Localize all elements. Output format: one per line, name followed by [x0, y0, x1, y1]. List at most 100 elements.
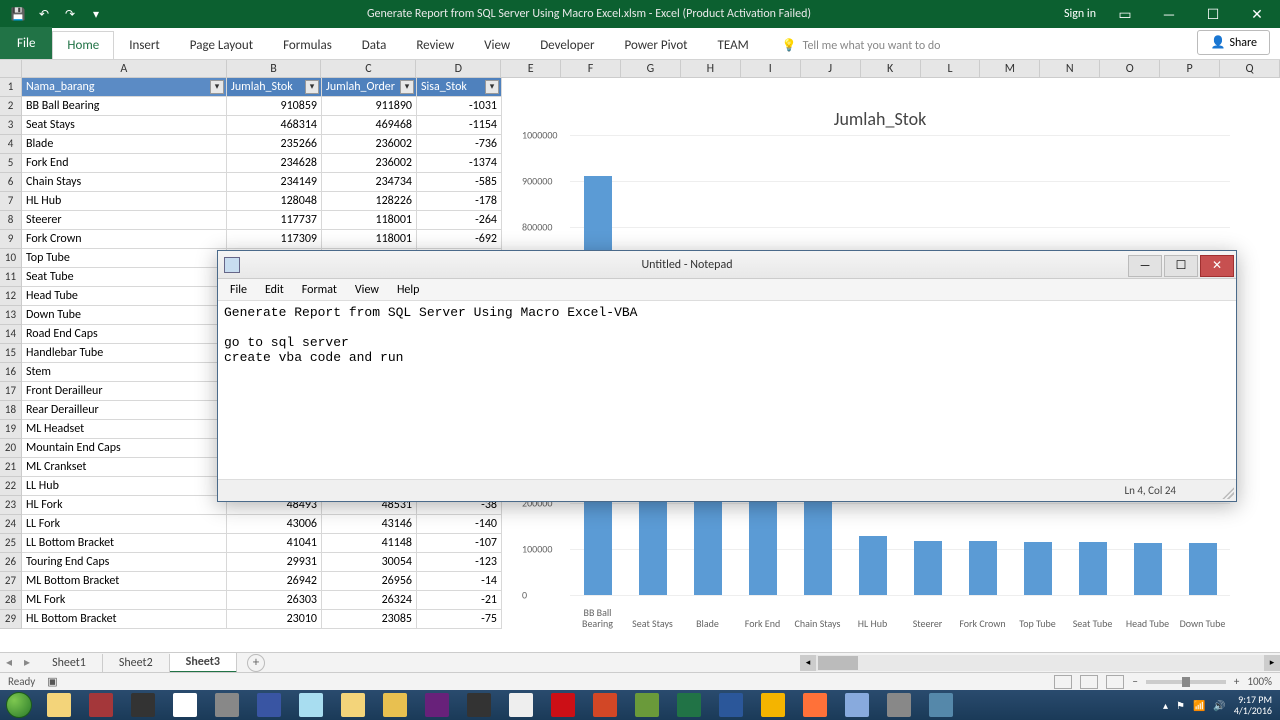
cell[interactable]: HL Bottom Bracket: [22, 610, 227, 629]
chart-bar[interactable]: [749, 487, 777, 595]
tab-developer[interactable]: Developer: [525, 31, 609, 59]
col-header-G[interactable]: G: [621, 60, 681, 77]
row-header-19[interactable]: 19: [0, 420, 22, 439]
cell[interactable]: -1154: [417, 116, 502, 135]
tool-icon[interactable]: [206, 690, 248, 720]
col-header-A[interactable]: A: [22, 60, 227, 77]
col-header-H[interactable]: H: [681, 60, 741, 77]
cell[interactable]: 43146: [322, 515, 417, 534]
cell[interactable]: 469468: [322, 116, 417, 135]
row-header-22[interactable]: 22: [0, 477, 22, 496]
cell[interactable]: Chain Stays: [22, 173, 227, 192]
table-header-jumlah_stok[interactable]: Jumlah_Stok▾: [227, 78, 322, 97]
row-header-14[interactable]: 14: [0, 325, 22, 344]
col-header-P[interactable]: P: [1160, 60, 1220, 77]
view-pagebreak-icon[interactable]: [1106, 675, 1124, 689]
explorer-icon[interactable]: [332, 690, 374, 720]
chart-bar[interactable]: [969, 541, 997, 595]
tab-file[interactable]: File: [0, 27, 52, 59]
cell[interactable]: -736: [417, 135, 502, 154]
cell[interactable]: Front Derailleur: [22, 382, 227, 401]
cell[interactable]: 43006: [227, 515, 322, 534]
chart-bar[interactable]: [804, 487, 832, 595]
col-header-F[interactable]: F: [561, 60, 621, 77]
cell[interactable]: 128226: [322, 192, 417, 211]
app2-icon[interactable]: [626, 690, 668, 720]
opera-icon[interactable]: [542, 690, 584, 720]
chart-bar[interactable]: [859, 536, 887, 595]
redo-icon[interactable]: ↷: [60, 4, 80, 24]
chart-bar[interactable]: [1024, 542, 1052, 595]
app-icon[interactable]: [500, 690, 542, 720]
cell[interactable]: Handlebar Tube: [22, 344, 227, 363]
undo-icon[interactable]: ↶: [34, 4, 54, 24]
row-header-2[interactable]: 2: [0, 97, 22, 116]
col-header-D[interactable]: D: [416, 60, 501, 77]
row-header-10[interactable]: 10: [0, 249, 22, 268]
paint-icon[interactable]: [374, 690, 416, 720]
cell[interactable]: 41148: [322, 534, 417, 553]
row-header-20[interactable]: 20: [0, 439, 22, 458]
cell[interactable]: -1031: [417, 97, 502, 116]
cell[interactable]: 29931: [227, 553, 322, 572]
col-header-N[interactable]: N: [1040, 60, 1100, 77]
cell[interactable]: Road End Caps: [22, 325, 227, 344]
notepad-text-area[interactable]: Generate Report from SQL Server Using Ma…: [218, 301, 1236, 479]
notepad-titlebar[interactable]: Untitled - Notepad — ☐ ✕: [218, 251, 1236, 279]
row-header-9[interactable]: 9: [0, 230, 22, 249]
row-header-28[interactable]: 28: [0, 591, 22, 610]
cell[interactable]: Fork Crown: [22, 230, 227, 249]
tab-data[interactable]: Data: [347, 31, 402, 59]
cell[interactable]: Blade: [22, 135, 227, 154]
add-sheet-button[interactable]: +: [247, 654, 265, 672]
cell[interactable]: BB Ball Bearing: [22, 97, 227, 116]
file-explorer-icon[interactable]: [38, 690, 80, 720]
app4-icon[interactable]: [920, 690, 962, 720]
notepad-menu-view[interactable]: View: [347, 281, 387, 299]
row-header-1[interactable]: 1: [0, 78, 22, 97]
system-tray[interactable]: ▴ ⚑ 📶 🔊 9:17 PM 4/1/2016: [1163, 694, 1280, 716]
cell[interactable]: -123: [417, 553, 502, 572]
row-header-6[interactable]: 6: [0, 173, 22, 192]
media-icon[interactable]: [122, 690, 164, 720]
sheet-tab-sheet1[interactable]: Sheet1: [36, 654, 103, 672]
row-header-13[interactable]: 13: [0, 306, 22, 325]
obs-icon[interactable]: [458, 690, 500, 720]
table-header-jumlah_order[interactable]: Jumlah_Order▾: [322, 78, 417, 97]
notepad-menu-help[interactable]: Help: [389, 281, 428, 299]
cell[interactable]: 118001: [322, 211, 417, 230]
tray-clock[interactable]: 9:17 PM 4/1/2016: [1234, 694, 1272, 716]
col-header-J[interactable]: J: [801, 60, 861, 77]
cell[interactable]: 26303: [227, 591, 322, 610]
close-icon[interactable]: ✕: [1242, 3, 1272, 25]
cell[interactable]: HL Hub: [22, 192, 227, 211]
col-header-L[interactable]: L: [921, 60, 981, 77]
view-pagelayout-icon[interactable]: [1080, 675, 1098, 689]
scroll-left-icon[interactable]: ◂: [800, 655, 816, 671]
chart-bar[interactable]: [694, 487, 722, 595]
app3-icon[interactable]: [878, 690, 920, 720]
cell[interactable]: -140: [417, 515, 502, 534]
cell[interactable]: 23085: [322, 610, 417, 629]
cell[interactable]: HL Fork: [22, 496, 227, 515]
cell[interactable]: 118001: [322, 230, 417, 249]
cell[interactable]: Seat Tube: [22, 268, 227, 287]
start-button[interactable]: [0, 690, 38, 720]
sheet-tab-sheet2[interactable]: Sheet2: [103, 654, 170, 672]
cell[interactable]: LL Fork: [22, 515, 227, 534]
sheet-tab-sheet3[interactable]: Sheet3: [170, 653, 237, 673]
minimize-icon[interactable]: —: [1154, 3, 1184, 25]
scroll-right-icon[interactable]: ▸: [1264, 655, 1280, 671]
cell[interactable]: -585: [417, 173, 502, 192]
picture-icon[interactable]: [836, 690, 878, 720]
scroll-thumb[interactable]: [818, 656, 858, 670]
cell[interactable]: 236002: [322, 154, 417, 173]
cell[interactable]: 910859: [227, 97, 322, 116]
cell[interactable]: Seat Stays: [22, 116, 227, 135]
cell[interactable]: Mountain End Caps: [22, 439, 227, 458]
cell[interactable]: Down Tube: [22, 306, 227, 325]
save-icon[interactable]: 💾: [8, 4, 28, 24]
sheet-nav-first-icon[interactable]: ◂: [0, 655, 18, 670]
row-header-3[interactable]: 3: [0, 116, 22, 135]
cell[interactable]: Steerer: [22, 211, 227, 230]
